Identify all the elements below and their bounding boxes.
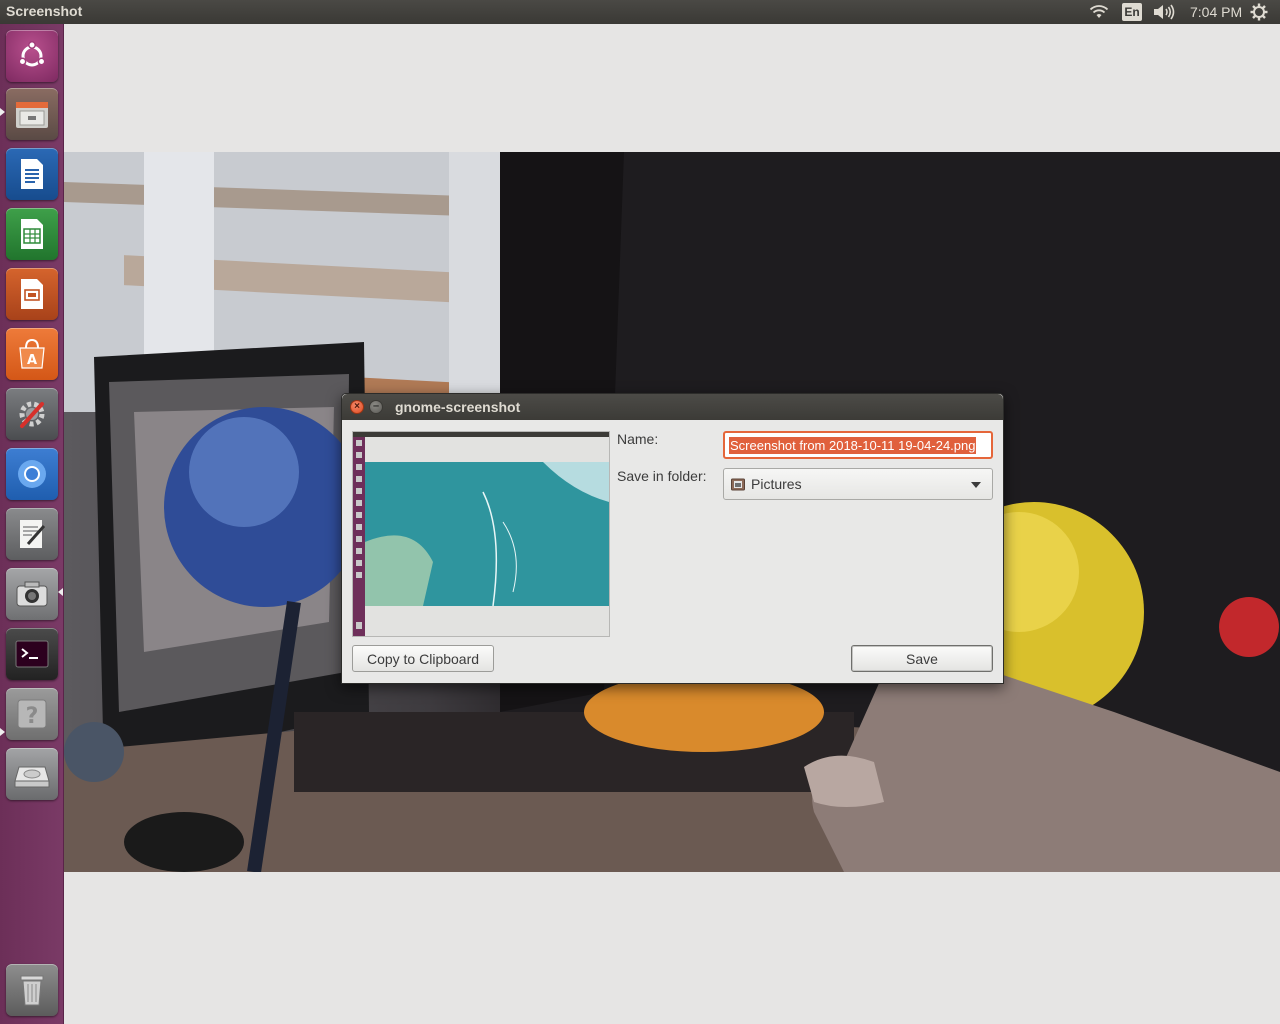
chromium-icon[interactable] <box>6 448 58 500</box>
drive-icon[interactable] <box>6 748 58 800</box>
filename-value: Screenshot from 2018-10-11 19-04-24.png <box>729 437 977 454</box>
text-editor-icon[interactable] <box>6 508 58 560</box>
save-folder-dropdown[interactable]: Pictures <box>723 468 993 500</box>
save-folder-label: Save in folder: <box>617 468 707 484</box>
session-gear-icon[interactable] <box>1250 0 1272 24</box>
running-indicator <box>0 728 5 736</box>
keyboard-layout-indicator[interactable]: En <box>1122 0 1142 24</box>
dialog-title: gnome-screenshot <box>395 399 521 415</box>
calc-icon[interactable] <box>6 208 58 260</box>
save-screenshot-dialog: × – gnome-screenshot Name: Screenshot fr… <box>341 393 1004 684</box>
svg-text:A: A <box>27 353 37 368</box>
dialog-titlebar[interactable]: × – gnome-screenshot <box>342 394 1003 420</box>
impress-icon[interactable] <box>6 268 58 320</box>
running-indicator <box>0 108 5 116</box>
launcher: A ? <box>0 24 64 1024</box>
chevron-down-icon <box>971 482 981 488</box>
svg-text:?: ? <box>26 704 39 729</box>
camera-icon[interactable] <box>6 568 58 620</box>
pictures-folder-icon <box>731 478 745 491</box>
filename-input[interactable]: Screenshot from 2018-10-11 19-04-24.png <box>723 431 993 459</box>
app-title: Screenshot <box>6 3 83 19</box>
software-center-icon[interactable]: A <box>6 328 58 380</box>
terminal-icon[interactable] <box>6 628 58 680</box>
file-manager-icon[interactable] <box>6 88 58 140</box>
top-panel: Screenshot En 7:04 PM <box>0 0 1280 24</box>
save-folder-value: Pictures <box>751 476 802 492</box>
keyboard-layout-label: En <box>1122 3 1142 21</box>
active-indicator <box>58 588 63 596</box>
screenshot-preview <box>352 431 610 637</box>
ubuntu-logo-icon[interactable] <box>6 30 58 82</box>
help-icon[interactable]: ? <box>6 688 58 740</box>
sound-icon[interactable] <box>1153 0 1177 24</box>
copy-to-clipboard-button[interactable]: Copy to Clipboard <box>352 645 494 672</box>
minimize-icon[interactable]: – <box>369 400 383 414</box>
settings-icon[interactable] <box>6 388 58 440</box>
writer-icon[interactable] <box>6 148 58 200</box>
wifi-icon[interactable] <box>1089 0 1111 24</box>
save-button[interactable]: Save <box>851 645 993 672</box>
name-label: Name: <box>617 431 659 447</box>
trash-icon[interactable] <box>6 964 58 1016</box>
close-icon[interactable]: × <box>350 400 364 414</box>
clock[interactable]: 7:04 PM <box>1190 0 1242 24</box>
